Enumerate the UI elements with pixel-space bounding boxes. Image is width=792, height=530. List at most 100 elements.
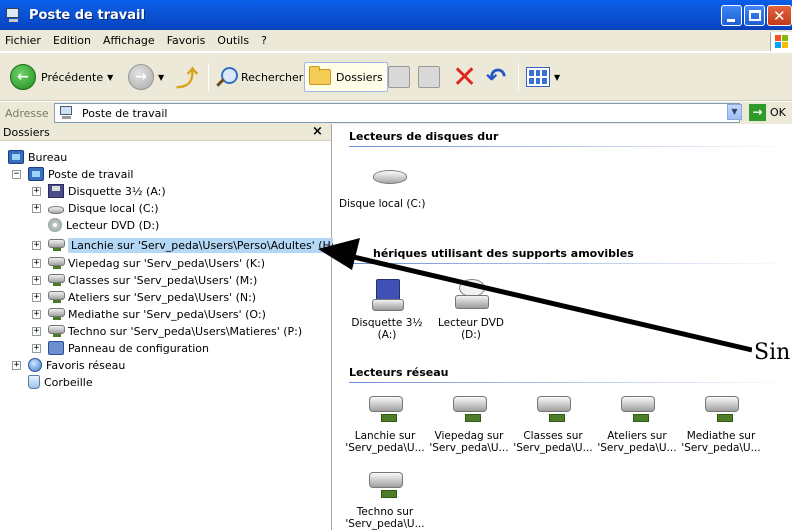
content-pane: Lecteurs de disques dur Disque local (C:… [333, 124, 792, 530]
menu-fichier[interactable]: Fichier [5, 34, 41, 47]
move-to-button[interactable] [388, 61, 410, 93]
tree-item-label: Viepedag sur 'Serv_peda\Users' (K:) [68, 256, 266, 270]
expand-toggle[interactable]: + [32, 309, 41, 319]
copy-to-icon [418, 66, 440, 88]
collapse-toggle[interactable]: − [12, 169, 21, 179]
group-title-hard-disks: Lecteurs de disques dur [349, 130, 499, 143]
tree-item-label: Corbeille [44, 375, 93, 389]
delete-button[interactable]: ✕ [452, 59, 478, 95]
tree-item-local-disk[interactable]: + Disque local (C:) [32, 199, 159, 217]
tree-item-network-m[interactable]: + Classes sur 'Serv_peda\Users' (M:) [32, 271, 257, 289]
expand-toggle[interactable]: + [32, 292, 41, 302]
close-button[interactable]: ✕ [767, 5, 792, 26]
drive-local-disk-c[interactable]: Disque local (C:) [339, 166, 439, 210]
network-drive-icon [48, 324, 65, 338]
menu-edition[interactable]: Edition [53, 34, 91, 47]
maximize-icon [749, 10, 761, 21]
expand-toggle[interactable]: + [32, 240, 41, 250]
title-bar[interactable]: Poste de travail [0, 0, 792, 30]
network-drive-icon [621, 394, 655, 424]
toolbar: ← Précédente ▼ → ▼ ⤴ Rechercher Dossiers… [0, 53, 792, 101]
menu-affichage[interactable]: Affichage [103, 34, 155, 47]
tree-item-label: Bureau [28, 150, 68, 164]
expand-toggle[interactable]: + [32, 203, 41, 213]
forward-button[interactable]: → ▼ [128, 61, 164, 93]
minimize-button[interactable] [721, 5, 742, 26]
address-label: Adresse [5, 106, 49, 120]
tree-item-label: Ateliers sur 'Serv_peda\Users' (N:) [68, 290, 257, 304]
close-panel-button[interactable]: × [312, 124, 323, 139]
views-button[interactable]: ▼ [526, 61, 560, 93]
tree-item-control-panel[interactable]: + Panneau de configuration [32, 339, 209, 357]
maximize-button[interactable] [744, 5, 765, 26]
network-drive-icon [705, 394, 739, 424]
tree-item-network-p[interactable]: + Techno sur 'Serv_peda\Users\Matieres' … [32, 322, 302, 340]
chevron-down-icon[interactable]: ▼ [107, 73, 113, 82]
menu-outils[interactable]: Outils [217, 34, 249, 47]
network-drive-lanchie[interactable]: Lanchie sur 'Serv_peda\U... [345, 394, 425, 454]
tree-item-floppy[interactable]: + Disquette 3½ (A:) [32, 182, 166, 200]
toolbar-separator [382, 63, 383, 91]
drive-dvd-d[interactable]: Lecteur DVD (D:) [431, 279, 511, 341]
tree-item-label: Techno sur 'Serv_peda\Users\Matieres' (P… [68, 324, 303, 338]
go-button[interactable]: → OK [749, 104, 786, 121]
tree-item-network-n[interactable]: + Ateliers sur 'Serv_peda\Users' (N:) [32, 288, 256, 306]
tree-item-recycle-bin[interactable]: Corbeille [28, 373, 93, 391]
hard-disk-icon [48, 205, 64, 214]
tree-item-network-h[interactable]: + Lanchie sur 'Serv_peda\Users\Perso\Adu… [32, 236, 342, 254]
expand-toggle[interactable]: + [32, 343, 41, 353]
network-drive-icon [48, 256, 65, 270]
network-drive-icon [369, 470, 403, 500]
drive-label: Classes sur 'Serv_peda\U... [513, 430, 593, 454]
menu-favoris[interactable]: Favoris [167, 34, 206, 47]
toolbar-separator [518, 63, 519, 91]
drive-floppy-a[interactable]: Disquette 3½ (A:) [347, 279, 427, 341]
views-icon [526, 67, 550, 87]
expand-toggle[interactable]: + [32, 186, 41, 196]
delete-icon: ✕ [452, 59, 478, 95]
search-button[interactable]: Rechercher [215, 61, 303, 93]
folders-button[interactable]: Dossiers [304, 62, 388, 92]
folders-panel-title: Dossiers [3, 125, 50, 139]
up-folder-button[interactable]: ⤴ [176, 61, 198, 93]
expand-toggle[interactable]: + [32, 275, 41, 285]
tree-item-label: Lecteur DVD (D:) [66, 218, 160, 232]
network-drive-viepedag[interactable]: Viepedag sur 'Serv_peda\U... [429, 394, 509, 454]
folder-icon [309, 66, 331, 85]
tree-item-dvd[interactable]: Lecteur DVD (D:) [48, 216, 159, 234]
network-places-icon [28, 358, 42, 372]
computer-icon [60, 106, 76, 120]
address-input[interactable]: Poste de travail [54, 103, 740, 123]
undo-button[interactable]: ↶ [486, 61, 506, 93]
menu-help[interactable]: ? [261, 34, 267, 47]
expand-toggle[interactable]: + [32, 326, 41, 336]
network-drive-techno[interactable]: Techno sur 'Serv_peda\U... [345, 470, 425, 530]
network-drive-ateliers[interactable]: Ateliers sur 'Serv_peda\U... [597, 394, 677, 454]
address-value: Poste de travail [82, 106, 168, 120]
network-drive-mediathe[interactable]: Mediathe sur 'Serv_peda\U... [681, 394, 761, 454]
tree-item-network-o[interactable]: + Mediathe sur 'Serv_peda\Users' (O:) [32, 305, 266, 323]
tree-item-bureau[interactable]: Bureau [8, 148, 67, 166]
address-bar: Adresse Poste de travail ▼ → OK [0, 102, 792, 124]
chevron-down-icon[interactable]: ▼ [554, 73, 560, 82]
control-panel-icon [48, 341, 64, 355]
chevron-down-icon[interactable]: ▼ [158, 73, 164, 82]
tree-item-poste-de-travail[interactable]: − Poste de travail [12, 165, 133, 183]
tree-item-network-places[interactable]: + Favoris réseau [12, 356, 125, 374]
menu-bar: Fichier Edition Affichage Favoris Outils… [0, 30, 792, 52]
network-drive-classes[interactable]: Classes sur 'Serv_peda\U... [513, 394, 593, 454]
copy-to-button[interactable] [418, 61, 440, 93]
toolbar-separator [208, 63, 209, 91]
network-drive-icon [48, 238, 65, 252]
network-drive-icon [48, 307, 65, 321]
back-label: Précédente [41, 70, 104, 84]
address-dropdown-button[interactable]: ▼ [727, 104, 742, 120]
network-drive-icon [369, 394, 403, 424]
expand-toggle[interactable]: + [32, 258, 41, 268]
expand-toggle[interactable]: + [12, 360, 21, 370]
drive-label: Viepedag sur 'Serv_peda\U... [429, 430, 509, 454]
folders-panel: Dossiers × Bureau − Poste de travail + D… [0, 124, 342, 530]
group-divider [349, 146, 792, 147]
back-button[interactable]: ← Précédente ▼ [10, 61, 113, 93]
tree-item-network-k[interactable]: + Viepedag sur 'Serv_peda\Users' (K:) [32, 254, 265, 272]
